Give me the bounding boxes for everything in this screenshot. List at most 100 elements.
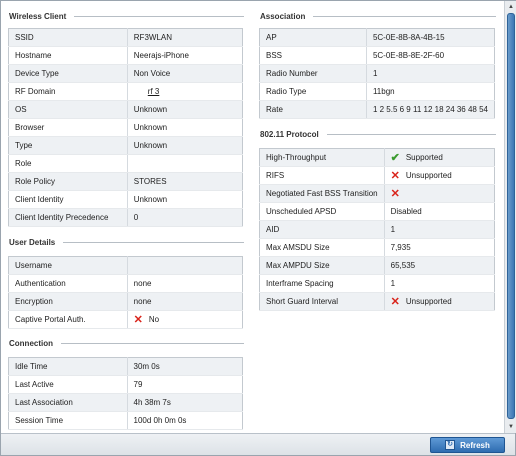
field-value-cell: ✕ No	[127, 310, 243, 329]
field-value-cell: 1	[366, 64, 495, 83]
client-details-panel: Wireless Client SSID RF3WLAN Hostname Neera…	[1, 1, 504, 433]
field-value: none	[133, 279, 152, 288]
field-label: AID	[259, 220, 385, 239]
field-value-cell: ✕ Unsupported	[384, 166, 495, 185]
table-row-rate: Rate 1 2 5.5 6 9 11 12 18 24 36 48 54	[259, 100, 495, 119]
field-value: 1	[372, 69, 378, 78]
scroll-up-arrow-icon[interactable]: ▲	[506, 2, 516, 12]
connection-table: Idle Time 30m 0s Last Active 79 Last Associa…	[8, 357, 243, 430]
table-row-last-association: Last Association 4h 38m 7s	[8, 393, 243, 412]
field-label: Type	[8, 136, 128, 155]
wireless-client-table: SSID RF3WLAN Hostname Neerajs-iPhone Device …	[8, 28, 243, 227]
field-value: 11bgn	[372, 87, 395, 96]
field-label: BSS	[259, 46, 367, 65]
table-row-radio-number: Radio Number 1	[259, 64, 495, 83]
field-value-cell: Disabled	[384, 202, 495, 221]
field-value: 5C-0E-8B-8E-2F-60	[372, 51, 445, 60]
table-row-browser: Browser Unknown	[8, 118, 243, 137]
scroll-down-arrow-icon[interactable]: ▼	[506, 422, 516, 432]
field-value-cell	[127, 256, 243, 275]
field-value: 0	[133, 213, 139, 222]
field-label: Encryption	[8, 292, 128, 311]
field-value: 100d 0h 0m 0s	[133, 416, 187, 425]
table-row-captive-portal-auth: Captive Portal Auth. ✕ No	[8, 310, 243, 329]
field-value: Unknown	[133, 141, 168, 150]
table-row-type: Type Unknown	[8, 136, 243, 155]
field-value-cell: STORES	[127, 172, 243, 191]
field-value-cell: Unknown	[127, 118, 243, 137]
field-value-cell: 5C-0E-8B-8A-4B-15	[366, 28, 495, 47]
table-row-username: Username	[8, 256, 243, 275]
field-label: Short Guard Interval	[259, 292, 385, 311]
section-title-80211-protocol: 802.11 Protocol	[260, 130, 496, 139]
table-row-max-amsdu-size: Max AMSDU Size 7,935	[259, 238, 495, 257]
protocol-table: High-Throughput ✔ Supported RIFS ✕ Unsupporte…	[259, 148, 495, 311]
field-label: Max AMSDU Size	[259, 238, 385, 257]
field-value-cell: 1	[384, 220, 495, 239]
field-value: No	[148, 315, 160, 324]
table-row-interframe-spacing: Interframe Spacing 1	[259, 274, 495, 293]
field-value-cell: ✔ Supported	[384, 148, 495, 167]
field-value: 30m 0s	[133, 362, 160, 371]
section-title-association: Association	[260, 12, 496, 21]
field-label: SSID	[8, 28, 128, 47]
field-value-cell: rf 3	[127, 82, 243, 101]
table-row-hostname: Hostname Neerajs-iPhone	[8, 46, 243, 65]
field-value-cell: 65,535	[384, 256, 495, 275]
x-icon: ✕	[390, 296, 400, 308]
field-label: Username	[8, 256, 128, 275]
field-label: Captive Portal Auth.	[8, 310, 128, 329]
field-label: Last Active	[8, 375, 128, 394]
user-details-table: Username Authentication none Encryption none…	[8, 256, 243, 329]
table-row-rifs: RIFS ✕ Unsupported	[259, 166, 495, 185]
section-title-connection: Connection	[9, 339, 244, 348]
table-row-encryption: Encryption none	[8, 292, 243, 311]
footer-bar: ↻ Refresh	[1, 433, 515, 455]
table-row-os: OS Unknown	[8, 100, 243, 119]
field-value-cell: Non Voice	[127, 64, 243, 83]
field-label: Interframe Spacing	[259, 274, 385, 293]
field-value-cell: 0	[127, 208, 243, 227]
field-value-cell: RF3WLAN	[127, 28, 243, 47]
field-value-cell: 1 2 5.5 6 9 11 12 18 24 36 48 54	[366, 100, 495, 119]
field-value: STORES	[133, 177, 167, 186]
field-label: Session Time	[8, 411, 128, 430]
table-row-ap: AP 5C-0E-8B-8A-4B-15	[259, 28, 495, 47]
scrollbar-thumb[interactable]	[507, 13, 515, 419]
field-value-cell: 5C-0E-8B-8E-2F-60	[366, 46, 495, 65]
refresh-button[interactable]: ↻ Refresh	[430, 437, 505, 453]
field-value-cell: 79	[127, 375, 243, 394]
table-row-device-type: Device Type Non Voice	[8, 64, 243, 83]
field-value: none	[133, 297, 152, 306]
table-row-client-identity: Client Identity Unknown	[8, 190, 243, 209]
field-label: Authentication	[8, 274, 128, 293]
refresh-icon: ↻	[445, 440, 456, 450]
section-title-user-details: User Details	[9, 238, 244, 247]
field-value: Unsupported	[405, 297, 452, 306]
table-row-unscheduled-apsd: Unscheduled APSD Disabled	[259, 202, 495, 221]
section-title-wireless-client: Wireless Client	[9, 12, 244, 21]
field-value: 4h 38m 7s	[133, 398, 171, 407]
table-row-idle-time: Idle Time 30m 0s	[8, 357, 243, 376]
table-row-session-time: Session Time 100d 0h 0m 0s	[8, 411, 243, 430]
field-value-cell: Unknown	[127, 136, 243, 155]
field-value-cell	[127, 154, 243, 173]
field-value-cell: ✕	[384, 184, 495, 203]
field-value: 7,935	[390, 243, 411, 252]
field-value: Unsupported	[405, 171, 452, 180]
table-row-authentication: Authentication none	[8, 274, 243, 293]
field-value: Unknown	[133, 195, 168, 204]
field-label: Radio Type	[259, 82, 367, 101]
field-value: Disabled	[390, 207, 422, 216]
field-value: 65,535	[390, 261, 416, 270]
field-value-cell: 4h 38m 7s	[127, 393, 243, 412]
table-row-role-policy: Role Policy STORES	[8, 172, 243, 191]
field-label: Device Type	[8, 64, 128, 83]
check-icon: ✔	[390, 152, 400, 164]
rf-domain-link[interactable]: rf 3	[148, 87, 160, 96]
field-value: Non Voice	[133, 69, 171, 78]
field-label: Role Policy	[8, 172, 128, 191]
field-value: 79	[133, 380, 143, 389]
vertical-scrollbar[interactable]: ▲ ▼	[504, 1, 516, 433]
table-row-client-identity-precedence: Client Identity Precedence 0	[8, 208, 243, 227]
